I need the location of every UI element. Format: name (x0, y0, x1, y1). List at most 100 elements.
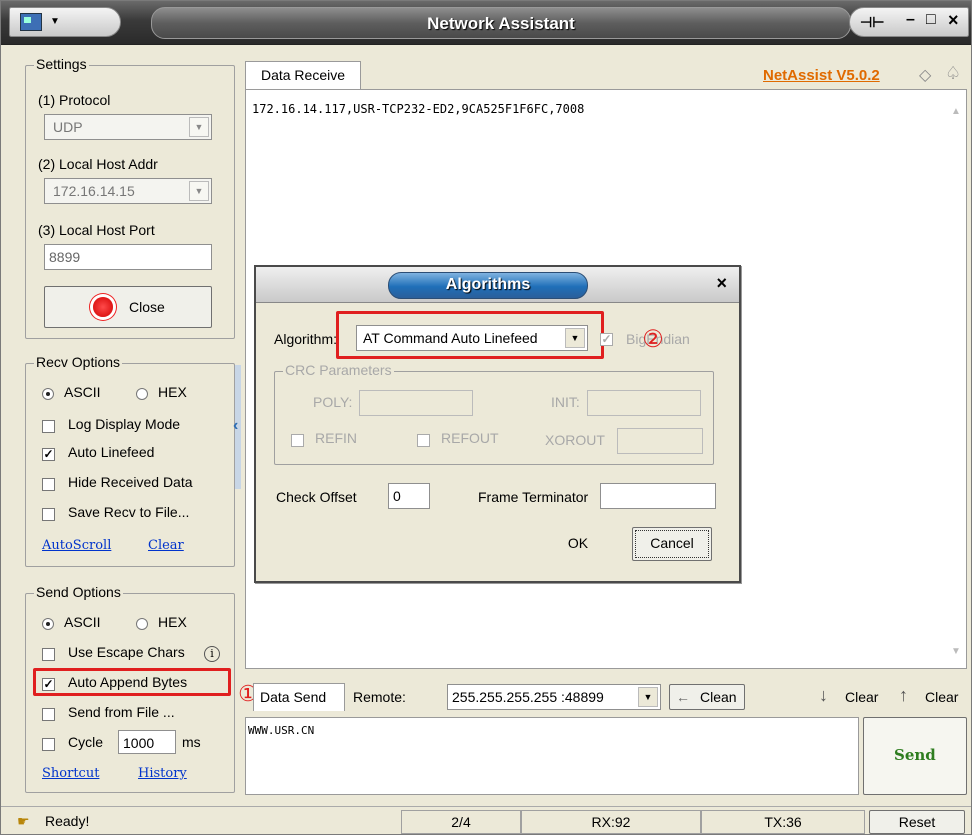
recv-hex-radio[interactable] (136, 388, 148, 400)
status-bar: ☛ Ready! 2/4 RX:92 TX:36 Reset (1, 806, 971, 834)
cycle-label: Cycle (68, 734, 104, 750)
chevron-down-icon[interactable]: ▼ (189, 181, 209, 201)
algorithm-label: Algorithm: (274, 331, 338, 347)
menu-arrow-icon: ▼ (50, 16, 60, 27)
big-endian-checkbox[interactable]: ✓ (600, 333, 613, 346)
send-button-label: Send (894, 746, 936, 764)
refout-label: REFOUT (441, 430, 499, 446)
cancel-button[interactable]: Cancel (632, 527, 712, 561)
app-icon (20, 13, 42, 31)
close-button[interactable]: × (948, 10, 959, 31)
frame-terminator-label: Frame Terminator (478, 489, 589, 505)
dialog-close-button[interactable]: × (716, 273, 727, 294)
send-button[interactable]: Send (863, 717, 967, 795)
crc-legend: CRC Parameters (283, 362, 394, 378)
bell-icon[interactable]: ♤ (945, 63, 961, 84)
algorithms-dialog: Algorithms × Algorithm: AT Command Auto … (254, 265, 741, 583)
hide-received-checkbox[interactable] (42, 478, 55, 491)
send-from-file-checkbox[interactable] (42, 708, 55, 721)
status-page: 2/4 (401, 810, 521, 834)
remote-label: Remote: (353, 689, 406, 705)
title-pill: Network Assistant (151, 7, 851, 39)
save-recv-checkbox[interactable] (42, 508, 55, 521)
send-hex-label: HEX (158, 614, 187, 630)
info-icon[interactable]: i (204, 646, 220, 662)
xorout-label: XOROUT (545, 432, 605, 448)
cycle-input[interactable]: 1000 (118, 730, 176, 754)
shortcut-link[interactable]: Shortcut (42, 766, 99, 781)
chevron-down-icon[interactable]: ▼ (189, 117, 209, 137)
send-input-area[interactable]: WWW.USR.CN (245, 717, 859, 795)
protocol-label: (1) Protocol (38, 92, 111, 108)
auto-linefeed-checkbox[interactable]: ✓ (42, 448, 55, 461)
cycle-checkbox[interactable] (42, 738, 55, 751)
annotation-marker-2: ② (642, 326, 664, 353)
local-port-input[interactable]: 8899 (44, 244, 212, 270)
dialog-title-bar: Algorithms × (256, 267, 739, 303)
version-link[interactable]: NetAssist V5.0.2 (763, 67, 880, 84)
save-recv-label: Save Recv to File... (68, 504, 190, 520)
diamond-icon[interactable]: ◇ (919, 65, 931, 85)
dialog-title: Algorithms (445, 276, 531, 293)
chevron-down-icon[interactable]: ▼ (638, 687, 658, 707)
local-port-value: 8899 (49, 249, 81, 265)
close-connection-button[interactable]: Close (44, 286, 212, 328)
hide-received-label: Hide Received Data (68, 474, 193, 490)
history-link[interactable]: History (138, 766, 187, 781)
refout-checkbox[interactable] (417, 434, 430, 447)
clear-down-icon[interactable]: ↓ (819, 685, 828, 706)
recv-ascii-radio[interactable] (42, 388, 54, 400)
receive-scrollbar[interactable]: ▲ ▼ (948, 90, 966, 668)
annotation-box-2 (336, 311, 604, 359)
title-bar: ▼ Network Assistant ⊣⊢ – □ × (1, 1, 971, 45)
window-controls: ⊣⊢ – □ × (849, 7, 969, 37)
maximize-button[interactable]: □ (926, 11, 936, 29)
escape-chars-checkbox[interactable] (42, 648, 55, 661)
check-offset-input[interactable]: 0 (388, 483, 430, 509)
clear-up-icon[interactable]: ↑ (899, 685, 908, 706)
settings-legend: Settings (34, 56, 89, 72)
send-options-legend: Send Options (34, 584, 123, 600)
red-dot-icon (93, 297, 113, 317)
scroll-up-icon[interactable]: ▲ (951, 106, 961, 117)
frame-terminator-input[interactable] (600, 483, 716, 509)
recv-options-legend: Recv Options (34, 354, 123, 370)
pin-icon[interactable]: ⊣⊢ (860, 14, 884, 31)
clear-send-label[interactable]: Clear (845, 689, 878, 705)
poly-label: POLY: (313, 394, 353, 410)
cycle-value: 1000 (123, 735, 155, 751)
tab-data-receive[interactable]: Data Receive (245, 61, 361, 89)
system-menu[interactable]: ▼ (9, 7, 121, 37)
escape-chars-label: Use Escape Chars (68, 644, 185, 660)
status-rx: RX:92 (521, 810, 701, 834)
ok-button[interactable]: OK (542, 527, 614, 561)
tab-data-send[interactable]: Data Send (253, 683, 345, 711)
collapse-arrow-icon[interactable]: ‹ (233, 417, 238, 435)
settings-group: Settings (1) Protocol UDP ▼ (2) Local Ho… (25, 56, 235, 339)
check-offset-value: 0 (393, 488, 401, 504)
xorout-input[interactable] (617, 428, 703, 454)
recv-ascii-label: ASCII (64, 384, 101, 400)
local-addr-select[interactable]: 172.16.14.15 ▼ (44, 178, 212, 204)
recv-options-group: Recv Options ASCII HEX Log Display Mode … (25, 354, 235, 567)
clean-button[interactable]: ← Clean (669, 684, 745, 710)
recv-clear-link[interactable]: Clear (148, 538, 184, 553)
protocol-select[interactable]: UDP ▼ (44, 114, 212, 140)
reset-button[interactable]: Reset (869, 810, 965, 834)
remote-select[interactable]: 255.255.255.255 :48899 ▼ (447, 684, 661, 710)
main-window: ▼ Network Assistant ⊣⊢ – □ × Settings (1… (0, 0, 972, 835)
local-addr-label: (2) Local Host Addr (38, 156, 158, 172)
refin-checkbox[interactable] (291, 434, 304, 447)
arrow-left-icon: ← (676, 689, 690, 705)
scroll-down-icon[interactable]: ▼ (951, 646, 961, 657)
poly-input[interactable] (359, 390, 473, 416)
autoscroll-link[interactable]: AutoScroll (42, 538, 111, 553)
init-label: INIT: (551, 394, 580, 410)
check-offset-label: Check Offset (276, 489, 357, 505)
log-display-checkbox[interactable] (42, 420, 55, 433)
send-hex-radio[interactable] (136, 618, 148, 630)
init-input[interactable] (587, 390, 701, 416)
clear-history-label[interactable]: Clear (925, 689, 958, 705)
send-ascii-radio[interactable] (42, 618, 54, 630)
minimize-button[interactable]: – (906, 11, 915, 29)
